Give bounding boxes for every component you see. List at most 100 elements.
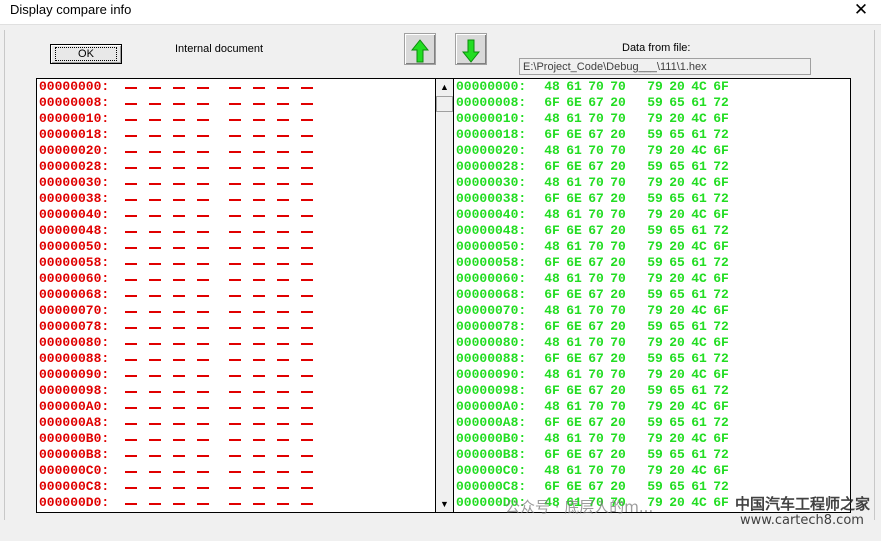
right-hex-row: 000000C0: 48 61 70 70 79 20 4C 6F <box>454 463 850 479</box>
hex-byte: 67 <box>588 191 604 206</box>
hex-byte: 6F <box>544 415 560 430</box>
left-hex-row: 000000C8: <box>37 479 435 495</box>
empty-byte-dash <box>173 199 185 201</box>
file-path-field[interactable]: E:\Project_Code\Debug___\111\1.hex <box>519 58 811 75</box>
empty-byte-dash <box>173 343 185 345</box>
row-address: 00000060: <box>39 271 110 286</box>
hex-byte: 79 <box>647 79 663 94</box>
hex-byte: 70 <box>610 143 626 158</box>
hex-byte: 79 <box>647 239 663 254</box>
hex-byte: 6F <box>713 143 729 158</box>
hex-byte: 20 <box>669 207 685 222</box>
empty-byte-dash <box>301 199 313 201</box>
hex-byte: 6F <box>544 191 560 206</box>
left-hex-row: 00000088: <box>37 351 435 367</box>
hex-byte: 20 <box>669 463 685 478</box>
empty-byte-dash <box>125 295 137 297</box>
scroll-up-arrow-icon[interactable]: ▲ <box>436 79 453 95</box>
empty-byte-dash <box>173 423 185 425</box>
hex-byte: 20 <box>610 223 626 238</box>
empty-byte-dash <box>173 151 185 153</box>
hex-byte: 48 <box>544 367 560 382</box>
empty-byte-dash <box>197 263 209 265</box>
empty-byte-dash <box>173 215 185 217</box>
empty-byte-dash <box>253 503 265 505</box>
hex-byte: 59 <box>647 255 663 270</box>
hex-byte: 79 <box>647 431 663 446</box>
empty-byte-dash <box>301 263 313 265</box>
empty-byte-dash <box>229 407 241 409</box>
close-button[interactable]: ✕ <box>841 0 881 22</box>
empty-byte-dash <box>125 103 137 105</box>
hex-byte: 6F <box>544 159 560 174</box>
hex-byte: 65 <box>669 159 685 174</box>
file-hex-panel[interactable]: 00000000: 48 61 70 70 79 20 4C 6F 00000008: 6F 6E 67… <box>453 78 851 513</box>
vertical-scrollbar[interactable]: ▲ ▼ <box>436 78 453 513</box>
empty-byte-dash <box>173 327 185 329</box>
move-down-button[interactable] <box>455 33 487 65</box>
hex-byte: 72 <box>713 191 729 206</box>
hex-byte: 20 <box>669 239 685 254</box>
hex-byte: 6F <box>713 303 729 318</box>
hex-byte: 70 <box>610 239 626 254</box>
right-hex-row: 00000020: 48 61 70 70 79 20 4C 6F <box>454 143 850 159</box>
left-hex-row: 00000018: <box>37 127 435 143</box>
hex-byte: 72 <box>713 479 729 494</box>
row-address: 000000B0: <box>456 431 527 446</box>
row-address: 00000058: <box>456 255 527 270</box>
empty-byte-dash <box>125 247 137 249</box>
ok-button[interactable]: OK <box>50 44 122 64</box>
hex-byte: 79 <box>647 463 663 478</box>
data-from-file-label: Data from file: <box>622 42 691 54</box>
hex-byte: 61 <box>691 351 707 366</box>
empty-byte-dash <box>253 311 265 313</box>
left-hex-row: 00000050: <box>37 239 435 255</box>
hex-byte: 70 <box>610 463 626 478</box>
empty-byte-dash <box>253 471 265 473</box>
hex-byte: 72 <box>713 351 729 366</box>
right-hex-row: 000000A0: 48 61 70 70 79 20 4C 6F <box>454 399 850 415</box>
hex-byte: 65 <box>669 383 685 398</box>
hex-byte: 20 <box>669 271 685 286</box>
hex-byte: 72 <box>713 447 729 462</box>
hex-byte: 70 <box>610 111 626 126</box>
hex-byte: 70 <box>610 79 626 94</box>
right-hex-row: 00000008: 6F 6E 67 20 59 65 61 72 <box>454 95 850 111</box>
hex-byte: 6F <box>544 127 560 142</box>
hex-byte: 61 <box>566 111 582 126</box>
empty-byte-dash <box>197 183 209 185</box>
row-address: 000000C0: <box>456 463 527 478</box>
hex-byte: 4C <box>691 367 707 382</box>
left-hex-row: 00000010: <box>37 111 435 127</box>
hex-byte: 6E <box>566 159 582 174</box>
hex-byte: 79 <box>647 207 663 222</box>
empty-byte-dash <box>229 503 241 505</box>
hex-byte: 6F <box>713 431 729 446</box>
empty-byte-dash <box>301 423 313 425</box>
hex-byte: 67 <box>588 415 604 430</box>
left-hex-row: 00000000: <box>37 79 435 95</box>
empty-byte-dash <box>173 279 185 281</box>
scroll-thumb[interactable] <box>436 96 453 112</box>
row-address: 00000080: <box>456 335 527 350</box>
row-address: 00000018: <box>39 127 110 142</box>
hex-byte: 72 <box>713 95 729 110</box>
hex-byte: 61 <box>566 463 582 478</box>
empty-byte-dash <box>301 279 313 281</box>
row-address: 000000B8: <box>456 447 527 462</box>
empty-byte-dash <box>229 455 241 457</box>
empty-byte-dash <box>197 119 209 121</box>
left-hex-row: 00000038: <box>37 191 435 207</box>
scroll-down-arrow-icon[interactable]: ▼ <box>436 496 453 512</box>
empty-byte-dash <box>229 247 241 249</box>
hex-byte: 4C <box>691 431 707 446</box>
hex-byte: 70 <box>588 335 604 350</box>
move-up-button[interactable] <box>404 33 436 65</box>
empty-byte-dash <box>173 391 185 393</box>
hex-byte: 70 <box>588 463 604 478</box>
empty-byte-dash <box>253 327 265 329</box>
internal-hex-panel[interactable]: 00000000: 00000008: 00000010: 00000018: 0000… <box>36 78 436 513</box>
empty-byte-dash <box>149 503 161 505</box>
hex-byte: 72 <box>713 127 729 142</box>
empty-byte-dash <box>149 375 161 377</box>
